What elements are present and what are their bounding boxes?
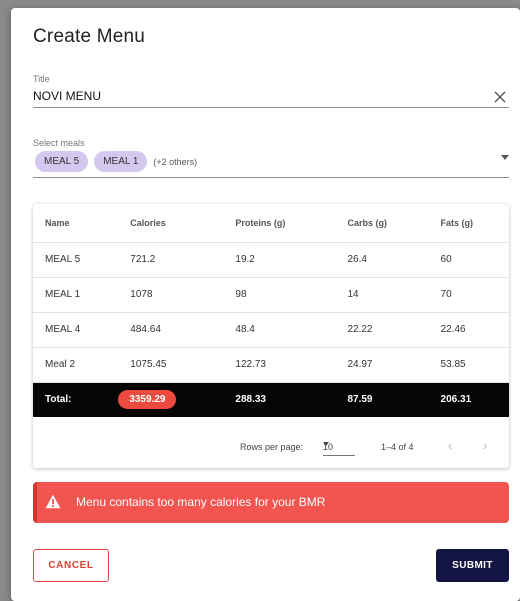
table-row: MEAL 1 1078 98 14 70 [33,277,509,313]
calorie-warning-alert: Menu contains too many calories for your… [33,482,509,523]
total-calories-badge: 3359.29 [118,390,177,410]
cell-fats: 22.46 [428,312,509,348]
title-input[interactable]: NOVI MENU [33,89,101,103]
title-field[interactable]: Title NOVI MENU [33,74,509,108]
cell-proteins: 122.73 [223,347,336,383]
cell-name: MEAL 5 [33,242,119,278]
total-calories-cell: 3359.29 [118,382,224,417]
table-row: Meal 2 1075.45 122.73 24.97 53.85 [33,347,509,383]
meal-chip[interactable]: MEAL 5 [35,151,89,172]
cell-carbs: 26.4 [335,242,429,278]
close-icon[interactable] [493,90,507,104]
column-header-proteins: Proteins (g) [223,204,336,243]
create-menu-dialog: Create Menu Title NOVI MENU Select meals… [11,8,520,601]
cancel-button[interactable]: CANCEL [33,549,109,582]
rows-per-page-label: Rows per page: [240,442,304,452]
select-meals-label: Select meals [33,138,85,148]
column-header-name: Name [33,204,119,243]
total-label: Total: [33,382,119,417]
cell-proteins: 48.4 [223,312,336,348]
cell-name: MEAL 4 [33,312,119,348]
cell-name: Meal 2 [33,347,119,383]
cell-calories: 484.64 [118,312,224,348]
select-meals-field[interactable]: Select meals MEAL 5 MEAL 1 (+2 others) [33,138,509,178]
alert-message: Menu contains too many calories for your… [76,495,326,509]
cell-calories: 1078 [118,277,224,313]
column-header-carbs: Carbs (g) [335,204,429,243]
cell-fats: 70 [428,277,509,313]
caret-down-icon [323,442,329,446]
table-total-row: Total: 3359.29 288.33 87.59 206.31 [33,382,509,417]
cell-proteins: 98 [223,277,336,313]
cell-proteins: 19.2 [223,242,336,278]
cell-carbs: 24.97 [335,347,429,383]
cell-fats: 60 [428,242,509,278]
meal-chip[interactable]: MEAL 1 [94,151,148,172]
meals-table: Name Calories Proteins (g) Carbs (g) Fat… [33,204,509,417]
cell-calories: 721.2 [118,242,224,278]
cell-name: MEAL 1 [33,277,119,313]
column-header-fats: Fats (g) [428,204,509,243]
cell-carbs: 22.22 [335,312,429,348]
table-row: MEAL 5 721.2 19.2 26.4 60 [33,242,509,278]
more-meals-count: (+2 others) [153,156,198,167]
table-header-row: Name Calories Proteins (g) Carbs (g) Fat… [33,204,509,243]
warning-icon [45,494,61,509]
title-field-label: Title [33,74,50,84]
cell-calories: 1075.45 [118,347,224,383]
total-proteins: 288.33 [223,382,336,417]
cell-carbs: 14 [335,277,429,313]
total-carbs: 87.59 [335,382,429,417]
caret-down-icon[interactable] [501,155,509,160]
table-pagination: Rows per page: 10 1–4 of 4 ‹ › [33,425,509,468]
cell-fats: 53.85 [428,347,509,383]
selected-meals-chips: MEAL 5 MEAL 1 (+2 others) [35,151,197,172]
table-row: MEAL 4 484.64 48.4 22.22 22.46 [33,312,509,348]
rows-per-page-select[interactable]: 10 [323,436,355,456]
pagination-range: 1–4 of 4 [381,442,414,452]
meals-table-card: Name Calories Proteins (g) Carbs (g) Fat… [33,204,509,468]
total-fats: 206.31 [428,382,509,417]
dialog-title: Create Menu [33,26,146,47]
chevron-right-icon[interactable]: › [483,438,487,453]
chevron-left-icon[interactable]: ‹ [448,438,452,453]
column-header-calories: Calories [118,204,224,243]
submit-button[interactable]: SUBMIT [436,549,509,582]
